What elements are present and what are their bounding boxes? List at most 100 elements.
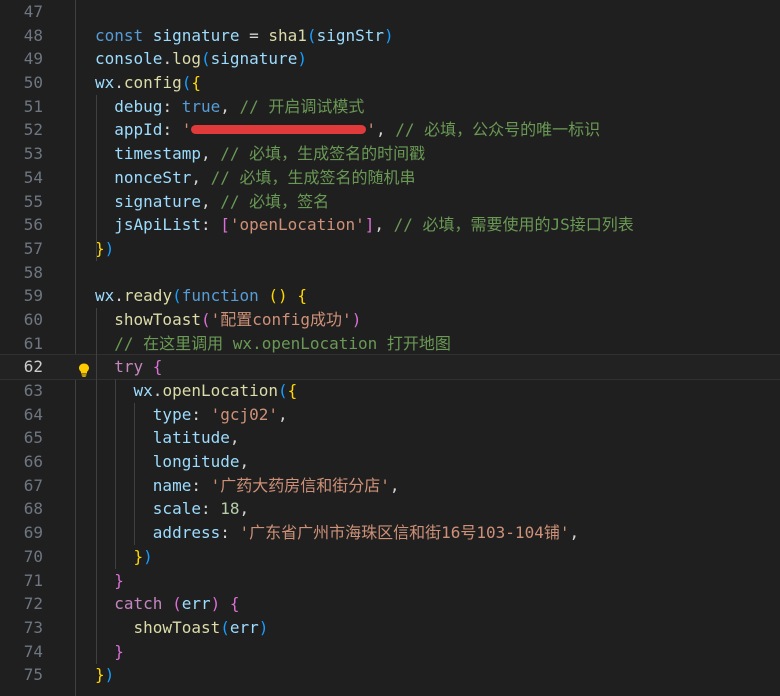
code-line[interactable]: 66 longitude, — [0, 450, 780, 474]
code-line[interactable]: 64 type: 'gcj02', — [0, 403, 780, 427]
code-text[interactable]: wx.config({ — [95, 71, 201, 95]
code-text[interactable]: address: '广东省广州市海珠区信和街16号103-104铺', — [95, 521, 579, 545]
code-text[interactable]: debug: true, // 开启调试模式 — [95, 95, 364, 119]
code-line[interactable]: 55 signature, // 必填，签名 — [0, 190, 780, 214]
code-text[interactable]: wx.openLocation({ — [95, 379, 298, 403]
code-line[interactable]: 69 address: '广东省广州市海珠区信和街16号103-104铺', — [0, 521, 780, 545]
code-token: ( — [200, 49, 211, 69]
code-token: : — [200, 499, 221, 519]
code-token: latitude — [152, 428, 230, 448]
code-lines[interactable]: 47 48 const signature = sha1(signStr) 49 con… — [0, 0, 780, 687]
lightbulb-icon[interactable] — [78, 360, 90, 378]
code-text[interactable]: jsApiList: ['openLocation'], // 必填，需要使用的… — [95, 213, 634, 237]
code-text[interactable]: showToast('配置config成功') — [95, 308, 361, 332]
code-line[interactable]: 47 — [0, 0, 780, 24]
line-number: 69 — [23, 523, 43, 543]
indent-guide — [96, 94, 97, 261]
line-number: 63 — [23, 381, 43, 400]
code-line[interactable]: 63 wx.openLocation({ — [0, 379, 780, 403]
code-line[interactable]: 57}) — [0, 237, 780, 261]
code-token: err — [181, 594, 211, 614]
code-token: } — [114, 641, 124, 661]
code-text[interactable]: appId: ' ', // 必填，公众号的唯一标识 — [95, 118, 600, 142]
code-line[interactable]: 62 try { — [0, 354, 780, 380]
code-line[interactable]: 48 const signature = sha1(signStr) — [0, 24, 780, 48]
code-text[interactable]: const signature = sha1(signStr) — [95, 24, 394, 48]
indent-guide — [134, 402, 135, 546]
code-token: ) — [351, 309, 362, 329]
code-line[interactable]: 59 wx.ready(function () { — [0, 284, 780, 308]
code-text[interactable]: }) — [95, 237, 114, 261]
code-token: , — [278, 404, 288, 424]
code-text[interactable]: nonceStr, // 必填，生成签名的随机串 — [95, 166, 415, 190]
code-text[interactable]: try { — [95, 355, 162, 379]
code-text[interactable]: } — [95, 640, 124, 664]
code-line[interactable]: 72 catch (err) { — [0, 592, 780, 616]
code-text[interactable]: longitude, — [95, 450, 249, 474]
code-token: err — [229, 617, 259, 637]
code-line[interactable]: 49 console.log(signature) — [0, 47, 780, 71]
code-token: 'openLocation' — [229, 215, 365, 235]
code-text[interactable]: // 在这里调用 wx.openLocation 打开地图 — [95, 332, 451, 356]
line-number: 55 — [23, 191, 43, 211]
code-line[interactable]: 52 appId: ' ', // 必填，公众号的唯一标识 — [0, 118, 780, 142]
code-token: wx — [95, 73, 115, 93]
code-line[interactable]: 73 showToast(err) — [0, 616, 780, 640]
code-line[interactable]: 68 scale: 18, — [0, 497, 780, 521]
code-line[interactable]: 50 wx.config({ — [0, 71, 780, 95]
code-token: wx — [133, 381, 153, 400]
line-number: 75 — [23, 665, 43, 685]
code-token: // 必填，需要使用的JS接口列表 — [393, 215, 634, 235]
line-number: 67 — [23, 475, 43, 495]
code-text[interactable]: name: '广药大药房信和街分店', — [95, 474, 400, 498]
code-text[interactable]: } — [95, 569, 124, 593]
code-token: ) — [384, 25, 394, 45]
code-text[interactable]: type: 'gcj02', — [95, 403, 288, 427]
code-line[interactable]: 58 — [0, 261, 780, 285]
code-text[interactable]: }) — [95, 545, 153, 569]
line-number: 71 — [23, 570, 43, 590]
code-token: } — [114, 570, 124, 590]
code-line[interactable]: 71 } — [0, 569, 780, 593]
code-line[interactable]: 70 }) — [0, 545, 780, 569]
code-text[interactable]: wx.ready(function () { — [95, 284, 307, 308]
code-line[interactable]: 75}) — [0, 663, 780, 687]
code-text[interactable]: signature, // 必填，签名 — [95, 190, 329, 214]
code-line[interactable]: 54 nonceStr, // 必填，生成签名的随机串 — [0, 166, 780, 190]
code-token: ( — [200, 309, 211, 329]
code-line[interactable]: 61 // 在这里调用 wx.openLocation 打开地图 — [0, 332, 780, 356]
code-token: signStr — [316, 25, 384, 45]
code-token: appId — [114, 120, 163, 140]
code-token: , — [220, 96, 240, 116]
code-line[interactable]: 51 debug: true, // 开启调试模式 — [0, 95, 780, 119]
code-line[interactable]: 56 jsApiList: ['openLocation'], // 必填，需要… — [0, 213, 780, 237]
code-text[interactable]: }) — [95, 663, 114, 687]
code-text[interactable]: latitude, — [95, 426, 240, 450]
code-text[interactable]: catch (err) { — [95, 592, 239, 616]
code-text[interactable]: timestamp, // 必填，生成签名的时间戳 — [95, 142, 425, 166]
code-text[interactable]: console.log(signature) — [95, 47, 307, 71]
code-text[interactable]: showToast(err) — [95, 616, 269, 640]
code-token: . — [162, 49, 173, 69]
code-token: signature — [152, 25, 250, 45]
code-line[interactable]: 60 showToast('配置config成功') — [0, 308, 780, 332]
code-token: : — [220, 523, 240, 543]
code-token: : — [191, 475, 211, 495]
code-token: '广药大药房信和街分店' — [210, 475, 390, 495]
code-token: signature — [114, 191, 201, 211]
code-line[interactable]: 74 } — [0, 640, 780, 664]
line-number: 57 — [23, 238, 43, 258]
line-number: 70 — [23, 546, 43, 566]
code-line[interactable]: 53 timestamp, // 必填，生成签名的时间戳 — [0, 142, 780, 166]
code-text[interactable]: scale: 18, — [95, 497, 249, 521]
indent-guide — [115, 379, 116, 569]
code-editor[interactable]: 47 48 const signature = sha1(signStr) 49 con… — [0, 0, 780, 696]
code-token: name — [152, 475, 192, 495]
code-token: , — [191, 167, 211, 187]
code-line[interactable]: 65 latitude, — [0, 426, 780, 450]
line-number: 53 — [23, 144, 43, 164]
code-line[interactable]: 67 name: '广药大药房信和街分店', — [0, 474, 780, 498]
line-number: 47 — [23, 2, 43, 21]
